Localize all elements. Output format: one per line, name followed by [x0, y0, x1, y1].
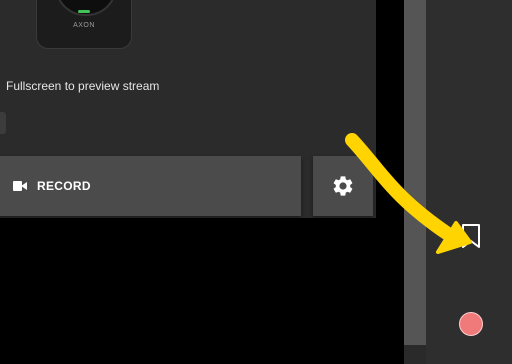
camera-status-led	[78, 10, 90, 13]
camera-lens	[55, 0, 117, 16]
record-dot-button[interactable]	[456, 309, 486, 339]
collapsed-control[interactable]	[0, 112, 6, 134]
scrollbar[interactable]	[404, 0, 426, 345]
stream-preview-hint: Fullscreen to preview stream	[6, 79, 160, 93]
gear-icon	[333, 176, 353, 196]
bookmark-icon	[462, 224, 480, 248]
settings-button[interactable]	[313, 156, 373, 216]
camera-image: AXON	[36, 0, 132, 49]
record-dot-icon	[459, 312, 483, 336]
bookmark-button[interactable]	[458, 222, 484, 250]
camera-brand-label: AXON	[73, 22, 95, 29]
record-button[interactable]: RECORD	[0, 156, 301, 216]
scrollbar-end	[404, 345, 426, 364]
record-button-label: RECORD	[37, 179, 91, 193]
videocam-icon	[13, 181, 27, 191]
